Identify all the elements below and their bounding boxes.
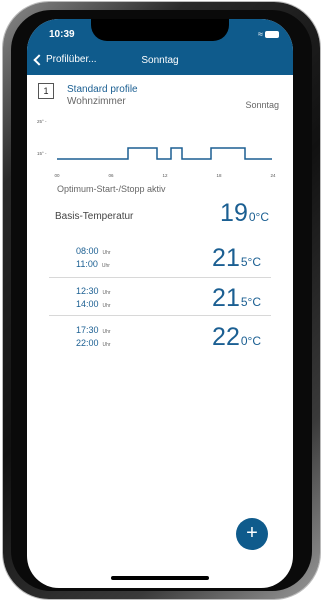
notch bbox=[91, 19, 229, 41]
status-bar: 10:39 ≈ bbox=[27, 19, 293, 49]
row-temp-number: 21 bbox=[212, 284, 240, 312]
row-temp-unit: 5°C bbox=[240, 255, 261, 269]
row-times: 12:30 Uhr 14:00 Uhr bbox=[76, 286, 111, 312]
status-time: 10:39 bbox=[49, 29, 75, 40]
row-divider bbox=[49, 277, 271, 278]
wifi-icon: ≈ bbox=[258, 29, 263, 39]
row-end: 22:00 bbox=[76, 338, 99, 348]
page-title: Sonntag bbox=[141, 55, 179, 66]
uhr-label: Uhr bbox=[102, 290, 111, 296]
row-divider bbox=[49, 315, 271, 316]
optimum-status: Optimum-Start-/Stopp aktiv bbox=[57, 184, 166, 194]
row-temp-number: 21 bbox=[212, 244, 240, 272]
row-temp-unit: 0°C bbox=[240, 334, 261, 348]
temperature-graph: 25° - 15° - 00 06 12 18 24 bbox=[37, 119, 276, 178]
row-end: 14:00 bbox=[76, 299, 99, 309]
row-temp-unit: 5°C bbox=[240, 295, 261, 309]
profile-name: Standard profile bbox=[67, 84, 138, 95]
plus-icon: + bbox=[246, 522, 258, 544]
row-temperature: 21 5°C bbox=[212, 244, 261, 273]
room-name: Wohnzimmer bbox=[67, 96, 126, 107]
row-times: 17:30 Uhr 22:00 Uhr bbox=[76, 325, 111, 351]
graph-y-label-high: 25° - bbox=[37, 119, 47, 124]
row-start: 08:00 bbox=[76, 246, 99, 256]
basis-temp-number: 19 bbox=[220, 199, 248, 227]
nav-bar: Profilüber... Sonntag bbox=[27, 49, 293, 75]
graph-x-label-24: 24 bbox=[270, 173, 276, 178]
home-indicator[interactable] bbox=[111, 576, 209, 580]
battery-icon bbox=[265, 31, 279, 38]
day-label: Sonntag bbox=[245, 100, 279, 110]
row-start: 12:30 bbox=[76, 286, 99, 296]
basis-temperature-value[interactable]: 19 0°C bbox=[220, 199, 269, 228]
row-times: 08:00 Uhr 11:00 Uhr bbox=[76, 246, 111, 272]
row-end: 11:00 bbox=[76, 259, 98, 269]
app-screen: 10:39 ≈ Profilüber... Sonntag 1 Standard… bbox=[27, 19, 293, 588]
graph-x-label-18: 18 bbox=[216, 173, 222, 178]
profile-number: 1 bbox=[38, 83, 54, 99]
row-temperature: 21 5°C bbox=[212, 284, 261, 313]
uhr-label: Uhr bbox=[102, 303, 111, 309]
graph-y-label-low: 15° - bbox=[37, 151, 47, 156]
uhr-label: Uhr bbox=[102, 342, 111, 348]
schedule-row[interactable]: 12:30 Uhr 14:00 Uhr 21 5°C bbox=[49, 280, 273, 316]
schedule-line bbox=[57, 147, 272, 160]
graph-x-label-12: 12 bbox=[162, 173, 168, 178]
basis-temperature-label: Basis-Temperatur bbox=[55, 211, 134, 222]
uhr-label: Uhr bbox=[102, 329, 111, 335]
add-button[interactable]: + bbox=[236, 518, 268, 550]
row-start: 17:30 bbox=[76, 325, 99, 335]
row-temperature: 22 0°C bbox=[212, 323, 261, 352]
graph-x-label-00: 00 bbox=[54, 173, 60, 178]
row-temp-number: 22 bbox=[212, 323, 240, 351]
schedule-row[interactable]: 17:30 Uhr 22:00 Uhr 22 0°C bbox=[49, 319, 273, 355]
graph-x-label-06: 06 bbox=[108, 173, 114, 178]
graph-x-axis: 00 06 12 18 24 bbox=[54, 173, 276, 178]
uhr-label: Uhr bbox=[102, 250, 111, 256]
basis-temp-unit: 0°C bbox=[248, 210, 269, 224]
schedule-row[interactable]: 08:00 Uhr 11:00 Uhr 21 5°C bbox=[49, 240, 273, 276]
uhr-label: Uhr bbox=[101, 263, 110, 269]
